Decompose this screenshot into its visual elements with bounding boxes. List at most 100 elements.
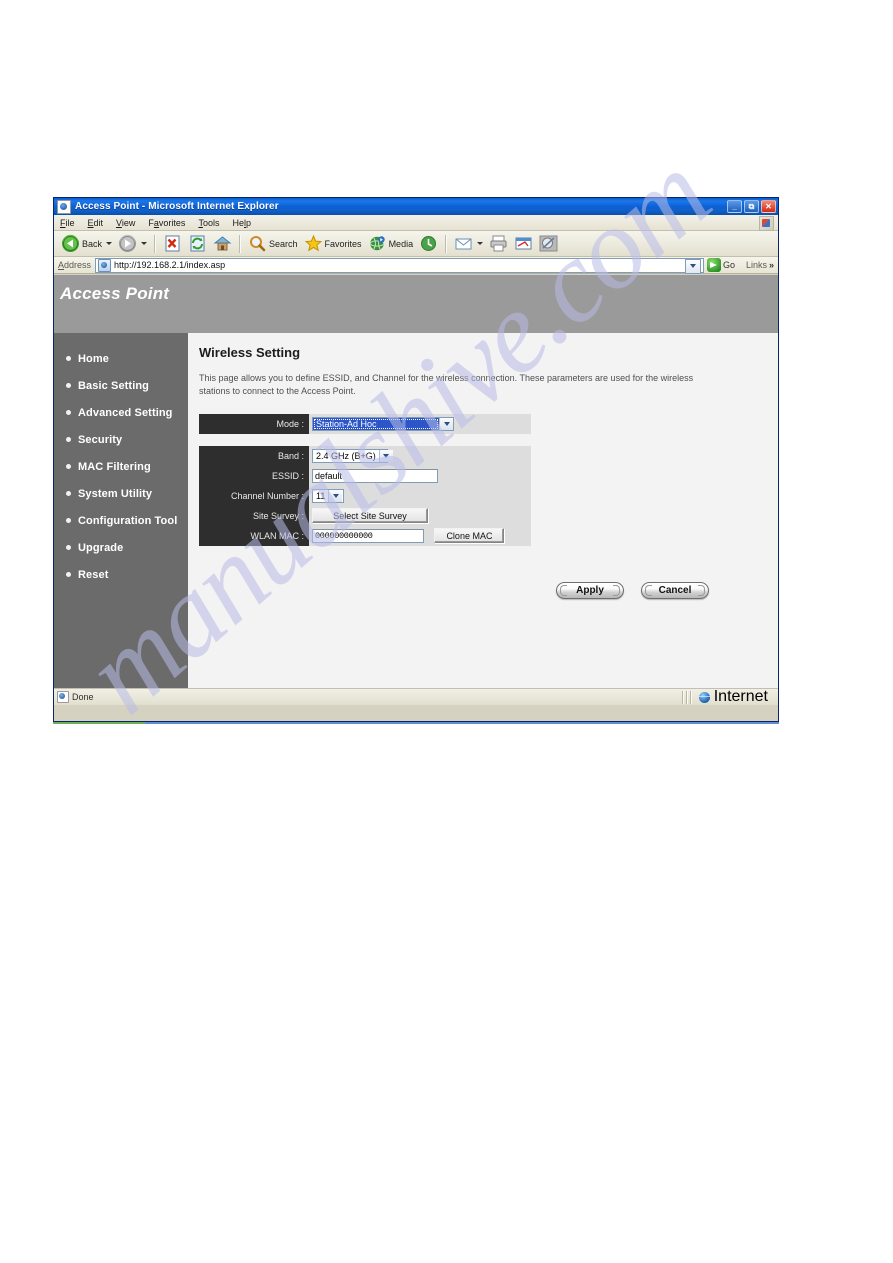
go-arrow-icon: [706, 258, 721, 272]
refresh-button[interactable]: [185, 233, 210, 255]
sidebar-item-label: Basic Setting: [78, 379, 149, 392]
page-title: Wireless Setting: [199, 345, 301, 360]
maximize-restore-button[interactable]: ⧉: [744, 200, 759, 213]
menu-item-tools[interactable]: Tools: [198, 218, 219, 228]
clone-mac-button[interactable]: Clone MAC: [434, 528, 505, 544]
channel-number-select[interactable]: 11: [312, 488, 344, 503]
home-button[interactable]: [210, 233, 235, 255]
band-field: 2.4 GHz (B+G): [309, 446, 531, 467]
chevron-down-icon: [689, 264, 696, 268]
favorites-label: Favorites: [324, 238, 362, 249]
window-controls: _ ⧉ ✕: [727, 200, 776, 213]
site-survey-field: Select Site Survey: [309, 506, 531, 527]
sidebar-item-label: Upgrade: [78, 541, 124, 554]
status-bar: Done Internet: [54, 688, 778, 705]
menu-item-edit[interactable]: Edit: [88, 218, 104, 228]
bullet-icon: [66, 572, 71, 577]
address-dropdown-button[interactable]: [684, 258, 701, 274]
site-survey-label: Site Survey :: [199, 506, 309, 527]
edit-button[interactable]: [511, 233, 536, 255]
essid-field: default: [309, 466, 531, 487]
sidebar-item-label: Reset: [78, 568, 109, 581]
back-dropdown-caret-icon[interactable]: [106, 242, 113, 245]
links-label[interactable]: Links: [740, 260, 767, 270]
sidebar-item-label: Advanced Setting: [78, 406, 173, 419]
back-button[interactable]: Back: [58, 233, 115, 255]
sidebar-item-label: MAC Filtering: [78, 460, 151, 473]
main-content: Wireless Setting This page allows you to…: [188, 333, 778, 705]
mode-select[interactable]: Station-Ad Hoc: [312, 416, 454, 431]
windows-flag-icon: [759, 216, 774, 231]
cancel-button[interactable]: Cancel: [641, 582, 709, 600]
wireless-settings-form: Mode : Station-Ad Hoc Band : 2.4 GHz (B+…: [199, 414, 531, 547]
toolbar-separator: [239, 234, 242, 253]
band-label: Band :: [199, 446, 309, 467]
restore-icon: ⧉: [748, 201, 755, 211]
sidebar-item-basic-setting[interactable]: Basic Setting: [54, 372, 188, 399]
browser-toolbar: Back Search Favorites Media: [54, 231, 778, 257]
mail-dropdown-caret-icon[interactable]: [477, 242, 484, 245]
menu-item-help[interactable]: Help: [232, 218, 251, 228]
go-button[interactable]: Go: [704, 258, 740, 272]
title-bar: Access Point - Microsoft Internet Explor…: [54, 198, 778, 215]
form-row-wlan-mac: WLAN MAC : 000000000000 Clone MAC: [199, 526, 531, 547]
essid-label: ESSID :: [199, 466, 309, 487]
sidebar-item-reset[interactable]: Reset: [54, 561, 188, 588]
chevron-down-icon: [383, 453, 390, 458]
mode-select-arrow[interactable]: [439, 417, 453, 430]
close-button[interactable]: ✕: [761, 200, 776, 213]
security-zone-pane[interactable]: Internet: [693, 688, 778, 705]
menu-item-view[interactable]: View: [116, 218, 135, 228]
sidebar-item-label: Security: [78, 433, 123, 446]
sidebar-item-upgrade[interactable]: Upgrade: [54, 534, 188, 561]
sidebar-item-security[interactable]: Security: [54, 426, 188, 453]
sidebar-item-configuration-tool[interactable]: Configuration Tool: [54, 507, 188, 534]
menu-item-favorites[interactable]: Favorites: [148, 218, 185, 228]
links-chevron-icon[interactable]: »: [767, 260, 778, 270]
bullet-icon: [66, 383, 71, 388]
media-label: Media: [388, 238, 414, 249]
print-button[interactable]: [486, 233, 511, 255]
forward-button[interactable]: [115, 233, 150, 255]
forward-arrow-icon: [118, 234, 137, 253]
window-bottom-accent-line: [53, 722, 779, 724]
channel-number-select-arrow[interactable]: [328, 489, 343, 502]
minimize-icon: _: [732, 201, 737, 211]
band-select[interactable]: 2.4 GHz (B+G): [312, 448, 393, 463]
sidebar-item-system-utility[interactable]: System Utility: [54, 480, 188, 507]
sidebar-nav: Home Basic Setting Advanced Setting Secu…: [54, 333, 188, 705]
toolbar-separator: [445, 234, 448, 253]
discuss-button[interactable]: [536, 233, 561, 255]
search-icon: [248, 234, 267, 253]
security-zone-text: Internet: [713, 688, 768, 705]
history-button[interactable]: [416, 233, 441, 255]
search-button[interactable]: Search: [245, 233, 301, 255]
media-button[interactable]: Media: [365, 233, 417, 255]
status-text: Done: [72, 692, 94, 702]
sidebar-item-advanced-setting[interactable]: Advanced Setting: [54, 399, 188, 426]
status-divider: [681, 690, 684, 704]
minimize-button[interactable]: _: [727, 200, 742, 213]
essid-input[interactable]: default: [312, 468, 438, 483]
select-site-survey-button[interactable]: Select Site Survey: [312, 508, 428, 524]
wlan-mac-input[interactable]: 000000000000: [312, 528, 424, 543]
menu-item-file[interactable]: File: [60, 218, 75, 228]
band-select-arrow[interactable]: [378, 449, 393, 462]
channel-number-label: Channel Number :: [199, 486, 309, 507]
stop-button[interactable]: [160, 233, 185, 255]
edit-page-icon: [514, 234, 533, 253]
mail-button[interactable]: [451, 233, 486, 255]
address-label: Address: [58, 260, 92, 270]
status-text-pane: Done: [57, 691, 94, 703]
bullet-icon: [66, 491, 71, 496]
printer-icon: [489, 234, 508, 253]
menu-bar: File Edit View Favorites Tools Help: [54, 215, 778, 231]
forward-dropdown-caret-icon[interactable]: [141, 242, 148, 245]
favorites-button[interactable]: Favorites: [301, 233, 365, 255]
sidebar-item-mac-filtering[interactable]: MAC Filtering: [54, 453, 188, 480]
apply-button[interactable]: Apply: [556, 582, 624, 600]
address-input[interactable]: http://192.168.2.1/index.asp: [95, 257, 704, 274]
discuss-icon: [539, 234, 558, 253]
bullet-icon: [66, 518, 71, 523]
sidebar-item-home[interactable]: Home: [54, 345, 188, 372]
